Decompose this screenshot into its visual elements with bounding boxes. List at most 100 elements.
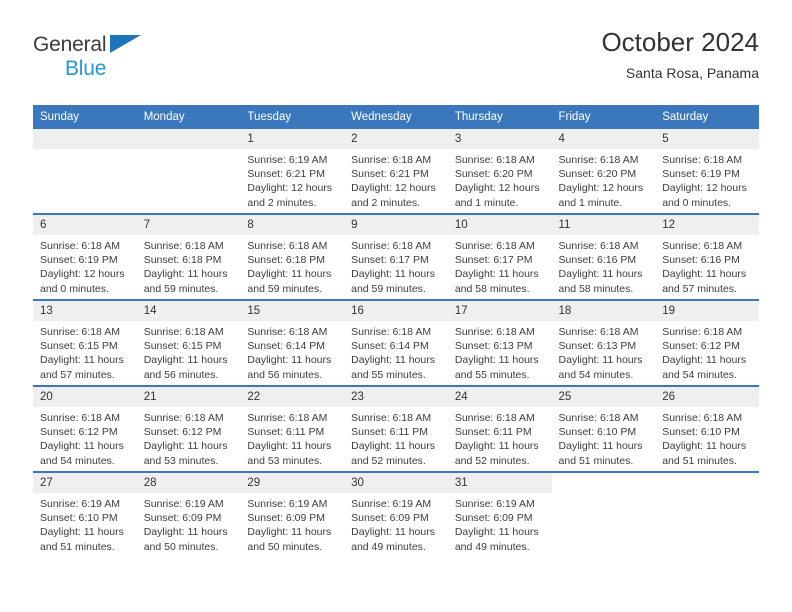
calendar-day-cell[interactable]: 27 Sunrise: 6:19 AM Sunset: 6:10 PM Dayligh… <box>33 473 137 557</box>
daylight-text: Daylight: 11 hours and 55 minutes. <box>454 354 539 381</box>
day-sun-info: Sunrise: 6:18 AM Sunset: 6:20 PM Daylight:… <box>448 149 552 210</box>
calendar-day-cell[interactable]: 12 Sunrise: 6:18 AM Sunset: 6:16 PM Dayligh… <box>655 215 759 299</box>
calendar-day-cell[interactable]: 11 Sunrise: 6:18 AM Sunset: 6:16 PM Dayligh… <box>551 215 656 299</box>
calendar-day-cell[interactable]: 30 Sunrise: 6:19 AM Sunset: 6:09 PM Dayligh… <box>344 473 448 557</box>
day-sun-info: Sunrise: 6:19 AM Sunset: 6:09 PM Daylight:… <box>137 493 241 554</box>
daylight-text: Daylight: 11 hours and 54 minutes. <box>662 354 747 381</box>
calendar-day-cell[interactable]: 21 Sunrise: 6:18 AM Sunset: 6:12 PM Dayligh… <box>136 387 241 471</box>
calendar-day-cell[interactable]: 26 Sunrise: 6:18 AM Sunset: 6:10 PM Dayligh… <box>655 387 759 471</box>
sunrise-text: Sunrise: 6:18 AM <box>40 240 120 252</box>
sunset-text: Sunset: 6:11 PM <box>454 426 532 439</box>
sunset-text: Sunset: 6:15 PM <box>40 340 118 353</box>
sunrise-text: Sunrise: 6:19 AM <box>247 154 328 166</box>
day-number: 10 <box>447 215 552 235</box>
calendar-day-cell[interactable]: 4 Sunrise: 6:18 AM Sunset: 6:20 PM Daylight… <box>551 129 656 213</box>
calendar-week-row: 1 Sunrise: 6:19 AM Sunset: 6:21 PM Daylight… <box>33 129 759 213</box>
calendar-day-cell[interactable]: 23 Sunrise: 6:18 AM Sunset: 6:11 PM Dayligh… <box>344 387 448 471</box>
calendar-day-cell[interactable]: 18 Sunrise: 6:18 AM Sunset: 6:13 PM Dayligh… <box>551 301 656 385</box>
weekday-header-sunday: Sunday <box>33 105 137 129</box>
logo-text-general: General <box>33 34 141 55</box>
day-number <box>33 129 137 149</box>
sunset-text: Sunset: 6:13 PM <box>558 340 637 353</box>
sunset-text: Sunset: 6:20 PM <box>558 168 637 181</box>
calendar-empty-cell <box>33 129 137 213</box>
daylight-text: Daylight: 12 hours and 2 minutes. <box>351 182 436 209</box>
calendar-day-cell[interactable]: 14 Sunrise: 6:18 AM Sunset: 6:15 PM Dayligh… <box>136 301 241 385</box>
sunset-text: Sunset: 6:17 PM <box>454 254 533 267</box>
daylight-text: Daylight: 11 hours and 55 minutes. <box>351 354 435 381</box>
calendar-table: Sunday Monday Tuesday Wednesday Thursday Frid… <box>33 105 759 557</box>
day-number: 16 <box>344 301 448 321</box>
day-sun-info: Sunrise: 6:18 AM Sunset: 6:21 PM Daylight:… <box>344 149 448 210</box>
day-sun-info: Sunrise: 6:19 AM Sunset: 6:09 PM Daylight:… <box>344 493 448 554</box>
sunset-text: Sunset: 6:18 PM <box>143 254 222 267</box>
weekday-header-wednesday: Wednesday <box>344 105 448 129</box>
calendar-day-cell[interactable]: 20 Sunrise: 6:18 AM Sunset: 6:12 PM Dayligh… <box>33 387 137 471</box>
calendar-day-cell[interactable]: 31 Sunrise: 6:19 AM Sunset: 6:09 PM Dayligh… <box>447 473 552 557</box>
daylight-text: Daylight: 12 hours and 0 minutes. <box>40 268 125 295</box>
daylight-text: Daylight: 11 hours and 56 minutes. <box>143 354 228 381</box>
sunset-text: Sunset: 6:21 PM <box>351 168 429 181</box>
sunset-text: Sunset: 6:09 PM <box>454 512 533 525</box>
logo-blue-label: Blue <box>65 57 107 80</box>
calendar-day-cell[interactable]: 3 Sunrise: 6:18 AM Sunset: 6:20 PM Daylight… <box>447 129 552 213</box>
calendar-day-cell[interactable]: 2 Sunrise: 6:18 AM Sunset: 6:21 PM Daylight… <box>344 129 448 213</box>
sunrise-text: Sunrise: 6:18 AM <box>662 412 743 424</box>
calendar-day-cell[interactable]: 5 Sunrise: 6:18 AM Sunset: 6:19 PM Daylight… <box>655 129 759 213</box>
calendar-day-cell[interactable]: 7 Sunrise: 6:18 AM Sunset: 6:18 PM Daylight… <box>136 215 241 299</box>
calendar-week-row: 20 Sunrise: 6:18 AM Sunset: 6:12 PM Dayligh… <box>33 387 759 471</box>
daylight-text: Daylight: 11 hours and 49 minutes. <box>454 526 539 553</box>
sunset-text: Sunset: 6:09 PM <box>351 512 429 525</box>
daylight-text: Daylight: 12 hours and 1 minute. <box>454 182 540 209</box>
calendar-body: 1 Sunrise: 6:19 AM Sunset: 6:21 PM Daylight… <box>33 129 759 557</box>
sunset-text: Sunset: 6:16 PM <box>558 254 637 267</box>
calendar-day-cell[interactable]: 9 Sunrise: 6:18 AM Sunset: 6:17 PM Daylight… <box>344 215 448 299</box>
calendar-day-cell[interactable]: 8 Sunrise: 6:18 AM Sunset: 6:18 PM Daylight… <box>240 215 345 299</box>
day-number: 6 <box>33 215 137 235</box>
calendar-day-cell[interactable]: 25 Sunrise: 6:18 AM Sunset: 6:10 PM Dayligh… <box>551 387 656 471</box>
sunset-text: Sunset: 6:19 PM <box>662 168 740 181</box>
day-number: 18 <box>551 301 656 321</box>
daylight-text: Daylight: 11 hours and 51 minutes. <box>40 526 124 553</box>
day-number: 3 <box>447 129 552 149</box>
sunset-text: Sunset: 6:12 PM <box>143 426 222 439</box>
sunrise-text: Sunrise: 6:19 AM <box>40 498 120 510</box>
calendar-week-row: 27 Sunrise: 6:19 AM Sunset: 6:10 PM Dayligh… <box>33 473 759 557</box>
day-sun-info: Sunrise: 6:18 AM Sunset: 6:17 PM Daylight:… <box>344 235 448 296</box>
calendar-day-cell[interactable]: 19 Sunrise: 6:18 AM Sunset: 6:12 PM Dayligh… <box>655 301 759 385</box>
calendar-day-cell[interactable]: 10 Sunrise: 6:18 AM Sunset: 6:17 PM Dayligh… <box>447 215 552 299</box>
day-sun-info: Sunrise: 6:18 AM Sunset: 6:14 PM Daylight:… <box>344 321 448 382</box>
calendar-day-cell[interactable]: 29 Sunrise: 6:19 AM Sunset: 6:09 PM Dayligh… <box>240 473 345 557</box>
sunrise-text: Sunrise: 6:18 AM <box>558 326 639 338</box>
day-number: 7 <box>136 215 241 235</box>
calendar-day-cell[interactable]: 16 Sunrise: 6:18 AM Sunset: 6:14 PM Dayligh… <box>344 301 448 385</box>
daylight-text: Daylight: 11 hours and 58 minutes. <box>558 268 643 295</box>
day-number: 30 <box>344 473 448 493</box>
day-number: 25 <box>551 387 656 407</box>
day-sun-info: Sunrise: 6:18 AM Sunset: 6:12 PM Daylight:… <box>33 407 137 468</box>
sunrise-text: Sunrise: 6:18 AM <box>454 326 535 338</box>
calendar-day-cell[interactable]: 24 Sunrise: 6:18 AM Sunset: 6:11 PM Dayligh… <box>447 387 552 471</box>
calendar-day-cell[interactable]: 6 Sunrise: 6:18 AM Sunset: 6:19 PM Daylight… <box>33 215 137 299</box>
day-number: 27 <box>33 473 137 493</box>
calendar-day-cell[interactable]: 28 Sunrise: 6:19 AM Sunset: 6:09 PM Dayligh… <box>136 473 241 557</box>
day-number: 1 <box>240 129 345 149</box>
calendar-day-cell[interactable]: 15 Sunrise: 6:18 AM Sunset: 6:14 PM Dayligh… <box>240 301 345 385</box>
sunset-text: Sunset: 6:16 PM <box>662 254 740 267</box>
calendar-day-cell[interactable]: 13 Sunrise: 6:18 AM Sunset: 6:15 PM Dayligh… <box>33 301 137 385</box>
day-sun-info: Sunrise: 6:18 AM Sunset: 6:20 PM Daylight:… <box>552 149 656 210</box>
sunrise-text: Sunrise: 6:19 AM <box>351 498 432 510</box>
daylight-text: Daylight: 11 hours and 57 minutes. <box>40 354 124 381</box>
calendar-page: General Blue October 2024 Santa Rosa, Pa… <box>0 0 792 612</box>
calendar-week-row: 6 Sunrise: 6:18 AM Sunset: 6:19 PM Daylight… <box>33 215 759 299</box>
sunrise-text: Sunrise: 6:18 AM <box>247 412 328 424</box>
day-sun-info: Sunrise: 6:19 AM Sunset: 6:09 PM Daylight:… <box>240 493 344 554</box>
calendar-day-cell[interactable]: 22 Sunrise: 6:18 AM Sunset: 6:11 PM Dayligh… <box>240 387 345 471</box>
calendar-day-cell[interactable]: 17 Sunrise: 6:18 AM Sunset: 6:13 PM Dayligh… <box>447 301 552 385</box>
sunset-text: Sunset: 6:11 PM <box>247 426 325 439</box>
sunset-text: Sunset: 6:20 PM <box>454 168 533 181</box>
daylight-text: Daylight: 11 hours and 59 minutes. <box>247 268 332 295</box>
day-number: 21 <box>136 387 241 407</box>
day-number: 5 <box>655 129 759 149</box>
calendar-day-cell[interactable]: 1 Sunrise: 6:19 AM Sunset: 6:21 PM Daylight… <box>240 129 345 213</box>
